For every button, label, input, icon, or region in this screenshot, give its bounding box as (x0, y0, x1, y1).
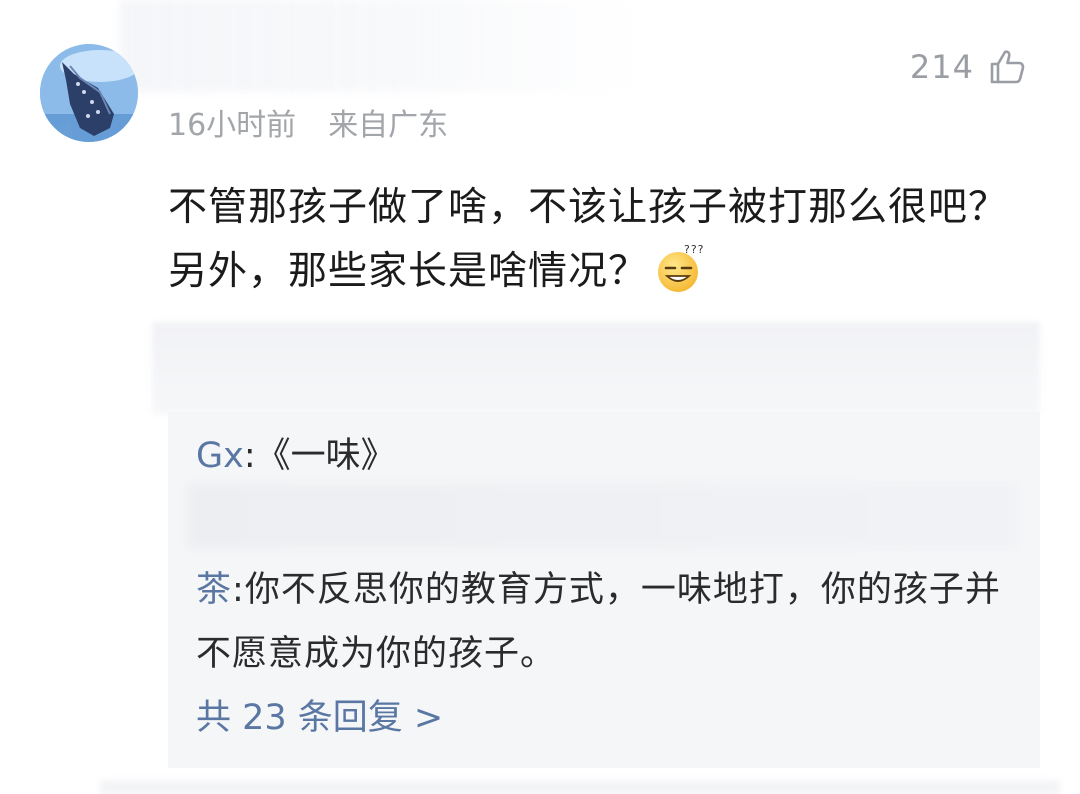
reply-author[interactable]: 茶 (196, 570, 232, 610)
reply-item[interactable]: Gx:《一味》 (196, 426, 396, 486)
reply-author[interactable]: Gx (196, 436, 244, 476)
dizzy-smile-emoji-icon: ??? (654, 242, 706, 294)
thumbs-up-icon (988, 48, 1026, 86)
comment-page: 214 16小时前 来自广东 不管那孩子做了啥，不该让孩子被打那么很吧？另外，那… (0, 0, 1080, 794)
whale-shark-avatar-icon (40, 44, 138, 142)
redacted-reply (188, 484, 1018, 548)
avatar[interactable] (40, 44, 138, 142)
reply-text: 《一味》 (255, 436, 396, 476)
comment-text: 不管那孩子做了啥，不该让孩子被打那么很吧？另外，那些家长是啥情况？ (168, 185, 1009, 294)
reply-text: 你不反思你的教育方式，一味地打，你的孩子并不愿意成为你的孩子。 (196, 570, 1001, 674)
reply-separator: : (243, 436, 256, 476)
like-count: 214 (909, 48, 974, 86)
reply-separator: : (232, 570, 245, 610)
comment-location: 来自广东 (328, 108, 449, 143)
svg-text:???: ??? (684, 243, 705, 256)
redacted-band (152, 322, 1040, 414)
comment-meta: 16小时前 来自广东 (168, 100, 448, 144)
view-all-replies-link[interactable]: 共 23 条回复 > (196, 688, 443, 748)
like-button[interactable]: 214 (910, 44, 1026, 90)
redacted-footer (100, 780, 1060, 794)
reply-item[interactable]: 茶:你不反思你的教育方式，一味地打，你的孩子并不愿意成为你的孩子。 (196, 558, 1016, 686)
redacted-username (120, 0, 640, 92)
comment-text-block: 不管那孩子做了啥，不该让孩子被打那么很吧？另外，那些家长是啥情况？ ??? (168, 176, 1028, 304)
comment-time: 16小时前 (168, 108, 297, 143)
reply-preview-box[interactable]: Gx:《一味》 茶:你不反思你的教育方式，一味地打，你的孩子并不愿意成为你的孩子… (168, 412, 1040, 768)
